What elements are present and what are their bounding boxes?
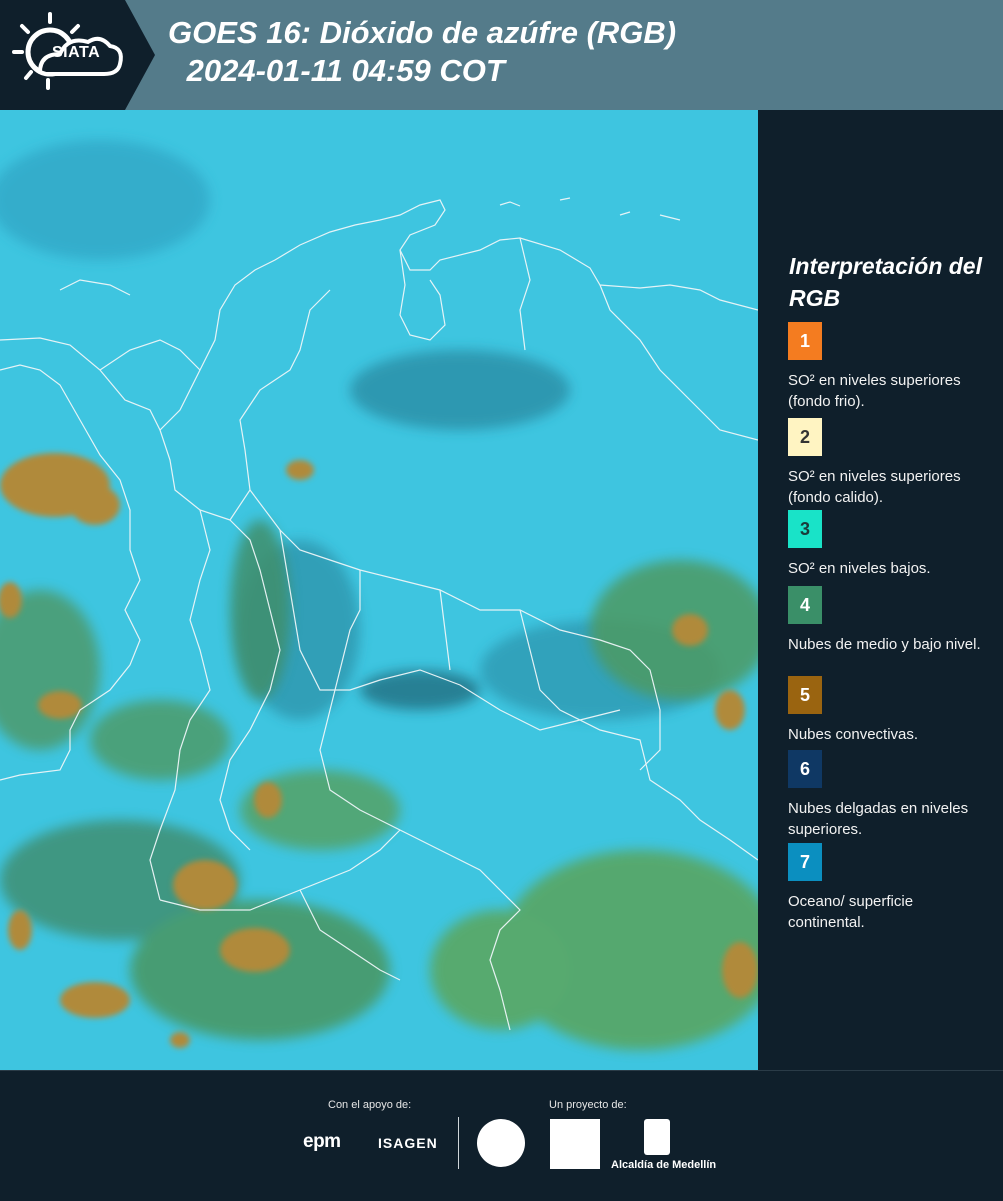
header-bar: SIATA GOES 16: Dióxido de azúfre (RGB) 2… <box>0 0 1003 110</box>
epm-logo: epm <box>303 1131 341 1152</box>
legend-item: 7 Oceano/ superficie continental. <box>788 843 988 933</box>
legend-swatch: 3 <box>788 510 822 548</box>
isagen-logo: ISAGEN <box>378 1135 438 1151</box>
page-timestamp: 2024-01-11 04:59 COT <box>178 53 505 88</box>
legend-item: 5 Nubes convectivas. <box>788 676 988 745</box>
legend-swatch: 7 <box>788 843 822 881</box>
legend-label: Nubes delgadas en niveles superiores. <box>788 800 969 838</box>
satellite-map[interactable] <box>0 110 758 1070</box>
legend-label: Nubes convectivas. <box>788 726 919 743</box>
footer-divider <box>458 1117 459 1169</box>
legend-item: 4 Nubes de medio y bajo nivel. <box>788 586 988 655</box>
legend-label: Nubes de medio y bajo nivel. <box>788 636 981 653</box>
siata-logo-text: SIATA <box>52 44 101 61</box>
legend-swatch: 2 <box>788 418 822 456</box>
legend-label: SO² en niveles superiores (fondo calido)… <box>788 468 961 506</box>
alcaldia-emblem-icon <box>644 1119 670 1155</box>
siata-logo: SIATA <box>0 0 160 110</box>
legend-item: 1 SO² en niveles superiores (fondo frio). <box>788 322 988 412</box>
legend-item: 3 SO² en niveles bajos. <box>788 510 988 579</box>
legend-item: 6 Nubes delgadas en niveles superiores. <box>788 750 988 840</box>
legend-item: 2 SO² en niveles superiores (fondo calido… <box>788 418 988 508</box>
project-label: Un proyecto de: <box>549 1099 627 1111</box>
support-label: Con el apoyo de: <box>328 1099 412 1111</box>
alcaldia-label: Alcaldía de Medellín <box>611 1159 717 1171</box>
legend-label: Oceano/ superficie continental. <box>788 893 914 931</box>
legend-swatch: 4 <box>788 586 822 624</box>
legend-label: SO² en niveles bajos. <box>788 560 931 577</box>
legend-panel: Interpretación del RGB 1 SO² en niveles s… <box>760 110 1003 1070</box>
area-metropolitana-logo <box>550 1119 600 1169</box>
legend-swatch: 1 <box>788 322 822 360</box>
legend-swatch: 5 <box>788 676 822 714</box>
footer: Con el apoyo de: Un proyecto de: epm ISA… <box>0 1070 1003 1201</box>
page-title: GOES 16: Dióxido de azúfre (RGB) <box>168 15 677 50</box>
legend-swatch: 6 <box>788 750 822 788</box>
medellin-seal-icon <box>477 1119 525 1167</box>
legend-label: SO² en niveles superiores (fondo frio). <box>788 372 961 410</box>
legend-title: Interpretación del RGB <box>789 253 982 311</box>
